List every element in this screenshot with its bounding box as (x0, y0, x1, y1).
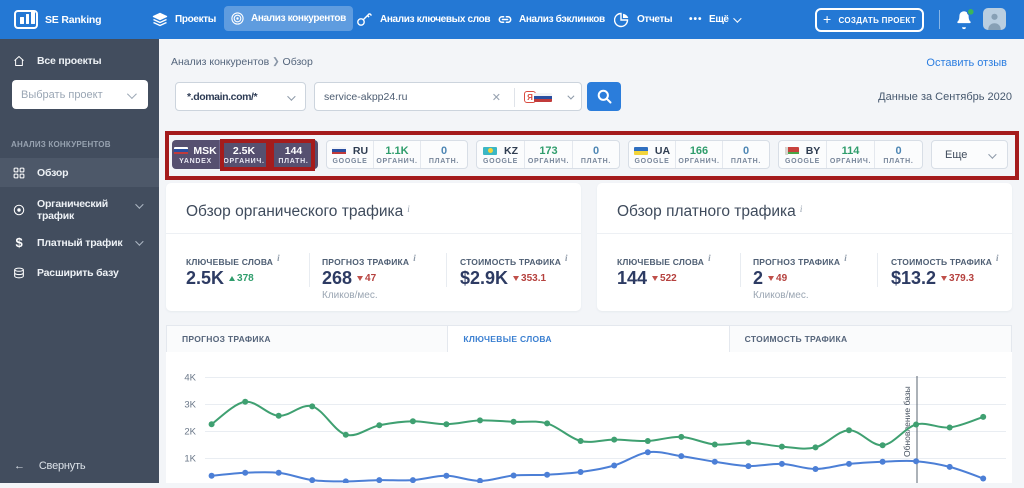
svg-text:1K: 1K (184, 454, 196, 465)
svg-text:4K: 4K (184, 373, 196, 384)
svg-text:Обновление базы: Обновление базы (902, 386, 912, 457)
svg-text:3K: 3K (184, 400, 196, 411)
svg-text:2K: 2K (184, 427, 196, 438)
